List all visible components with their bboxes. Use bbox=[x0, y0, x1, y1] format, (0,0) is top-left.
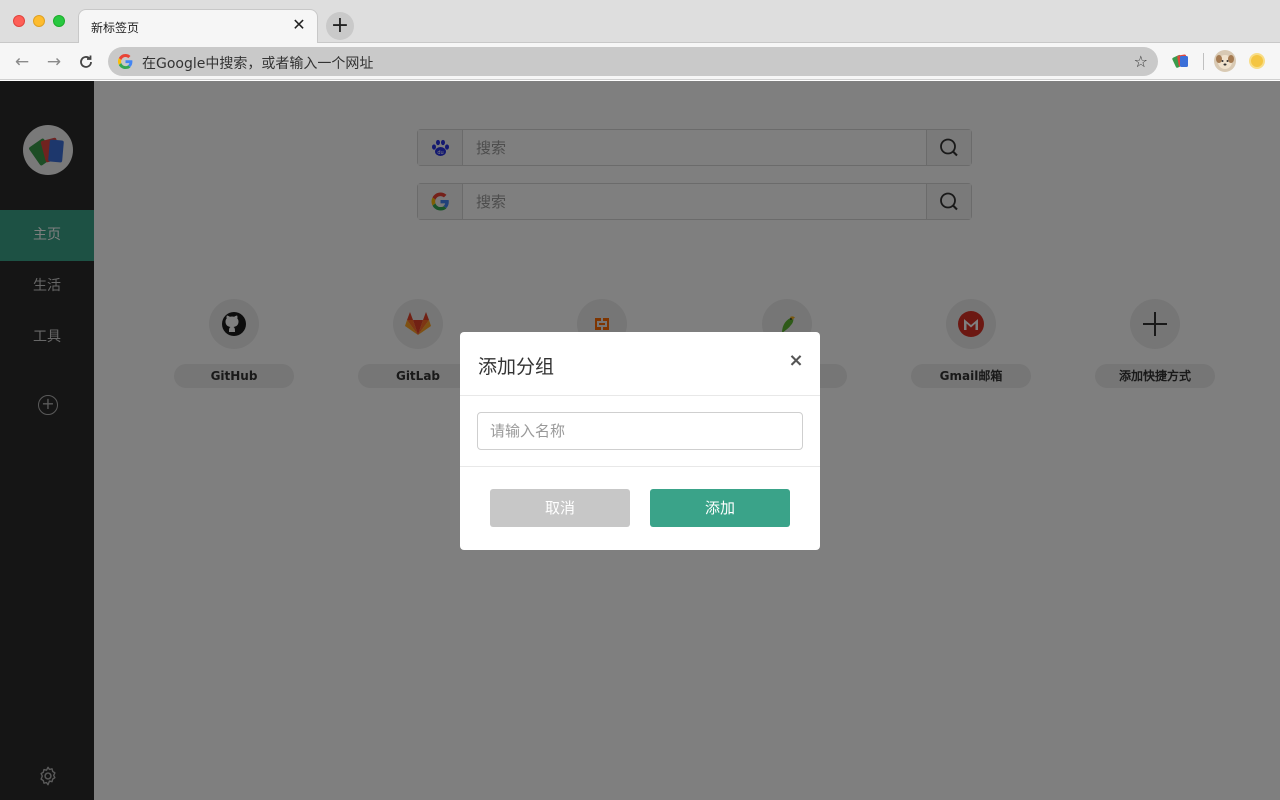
reload-icon[interactable] bbox=[75, 51, 97, 73]
dialog-divider bbox=[460, 395, 820, 396]
tab-close-icon[interactable]: ✕ bbox=[290, 16, 308, 34]
profile-avatar[interactable] bbox=[1214, 50, 1236, 72]
new-tab-button[interactable]: + bbox=[326, 12, 354, 40]
dialog-divider bbox=[460, 466, 820, 467]
close-icon[interactable]: × bbox=[788, 352, 804, 370]
forward-arrow-icon[interactable]: → bbox=[43, 51, 65, 73]
back-arrow-icon[interactable]: ← bbox=[11, 51, 33, 73]
cancel-button[interactable]: 取消 bbox=[490, 489, 630, 527]
add-button[interactable]: 添加 bbox=[650, 489, 790, 527]
close-window-button[interactable] bbox=[13, 15, 25, 27]
bookmark-star-icon[interactable]: ☆ bbox=[1134, 52, 1148, 71]
new-tab-page: 主页 生活 工具 + du bbox=[0, 81, 1280, 800]
browser-toolbar: ← → 在Google中搜索，或者输入一个网址 ☆ bbox=[0, 43, 1280, 80]
address-bar[interactable]: 在Google中搜索，或者输入一个网址 ☆ bbox=[108, 47, 1158, 76]
maximize-window-button[interactable] bbox=[53, 15, 65, 27]
extension-coin-icon[interactable] bbox=[1249, 53, 1265, 69]
minimize-window-button[interactable] bbox=[33, 15, 45, 27]
tab-title: 新标签页 bbox=[91, 21, 140, 35]
browser-tab[interactable]: 新标签页 ✕ bbox=[78, 9, 318, 44]
address-bar-text: 在Google中搜索，或者输入一个网址 bbox=[142, 56, 374, 72]
add-group-dialog: 添加分组 × 取消 添加 bbox=[460, 332, 820, 550]
title-bar: 新标签页 ✕ + bbox=[0, 0, 1280, 44]
toolbar-divider bbox=[1203, 53, 1204, 70]
google-icon bbox=[118, 54, 133, 69]
group-name-input[interactable] bbox=[477, 412, 803, 450]
extension-cards-icon[interactable] bbox=[1172, 52, 1190, 70]
dialog-title: 添加分组 bbox=[478, 356, 555, 378]
